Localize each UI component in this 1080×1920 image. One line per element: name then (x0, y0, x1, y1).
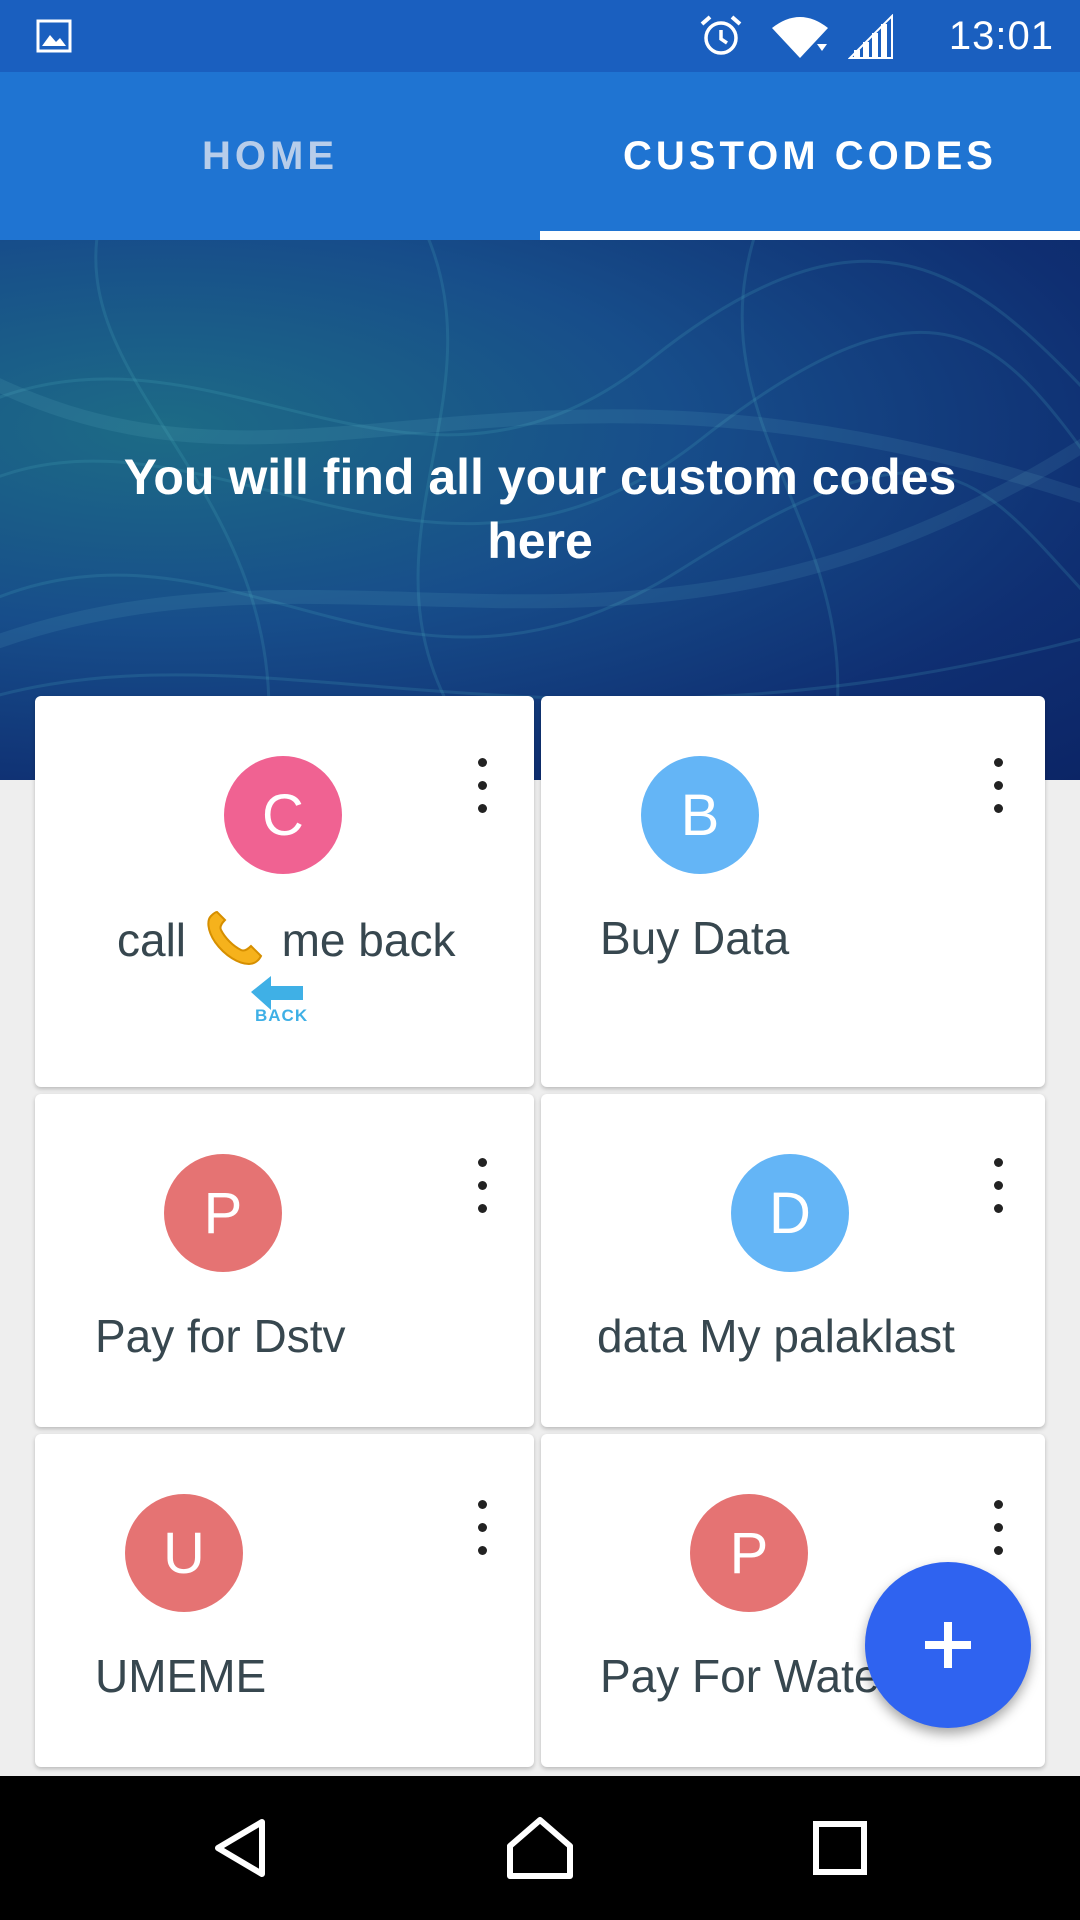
code-card[interactable]: B Buy Data (541, 696, 1045, 1087)
plus-icon (925, 1622, 971, 1668)
tab-custom-codes[interactable]: CUSTOM CODES (540, 72, 1080, 240)
tab-indicator (540, 231, 1080, 240)
card-label-part1: call (117, 914, 187, 966)
status-bar: 13:01 (0, 0, 1080, 72)
avatar: C (224, 756, 342, 874)
status-clock: 13:01 (948, 14, 1054, 58)
card-label: call me back (117, 910, 455, 968)
gallery-icon (36, 19, 72, 53)
code-card[interactable]: U UMEME (35, 1434, 534, 1767)
avatar: P (690, 1494, 808, 1612)
more-vert-icon[interactable] (468, 1500, 498, 1560)
more-vert-icon[interactable] (984, 1500, 1014, 1560)
back-sticker-text: BACK (255, 1006, 309, 1025)
home-icon[interactable] (506, 1816, 574, 1880)
hero-title: You will find all your custom codes here (90, 445, 990, 573)
card-label: data My palaklast (597, 1310, 955, 1362)
code-card[interactable]: C call me back BACK (35, 696, 534, 1087)
tab-bar: HOME CUSTOM CODES (0, 72, 1080, 240)
code-card[interactable]: P Pay for Dstv (35, 1094, 534, 1427)
nav-bar (0, 1776, 1080, 1920)
more-vert-icon[interactable] (468, 758, 498, 818)
card-label: Pay For Water (600, 1650, 895, 1702)
card-label-part2: me back (281, 914, 456, 966)
tab-home[interactable]: HOME (0, 72, 540, 240)
hero-title-line2: here (487, 513, 593, 569)
wifi-icon (772, 17, 828, 58)
recents-icon[interactable] (812, 1820, 868, 1876)
more-vert-icon[interactable] (468, 1158, 498, 1218)
more-vert-icon[interactable] (984, 758, 1014, 818)
add-code-fab[interactable] (865, 1562, 1031, 1728)
more-vert-icon[interactable] (984, 1158, 1014, 1218)
alarm-icon (700, 15, 742, 55)
back-icon[interactable] (210, 1816, 274, 1880)
card-label: UMEME (95, 1650, 267, 1702)
avatar: P (164, 1154, 282, 1272)
card-label: Pay for Dstv (95, 1310, 346, 1362)
card-label: Buy Data (600, 912, 790, 964)
avatar: D (731, 1154, 849, 1272)
hero-title-line1: You will find all your custom codes (123, 449, 957, 505)
signal-icon (848, 14, 893, 59)
code-card[interactable]: D data My palaklast (541, 1094, 1045, 1427)
avatar: U (125, 1494, 243, 1612)
avatar: B (641, 756, 759, 874)
phone-emoji-icon (207, 910, 263, 966)
